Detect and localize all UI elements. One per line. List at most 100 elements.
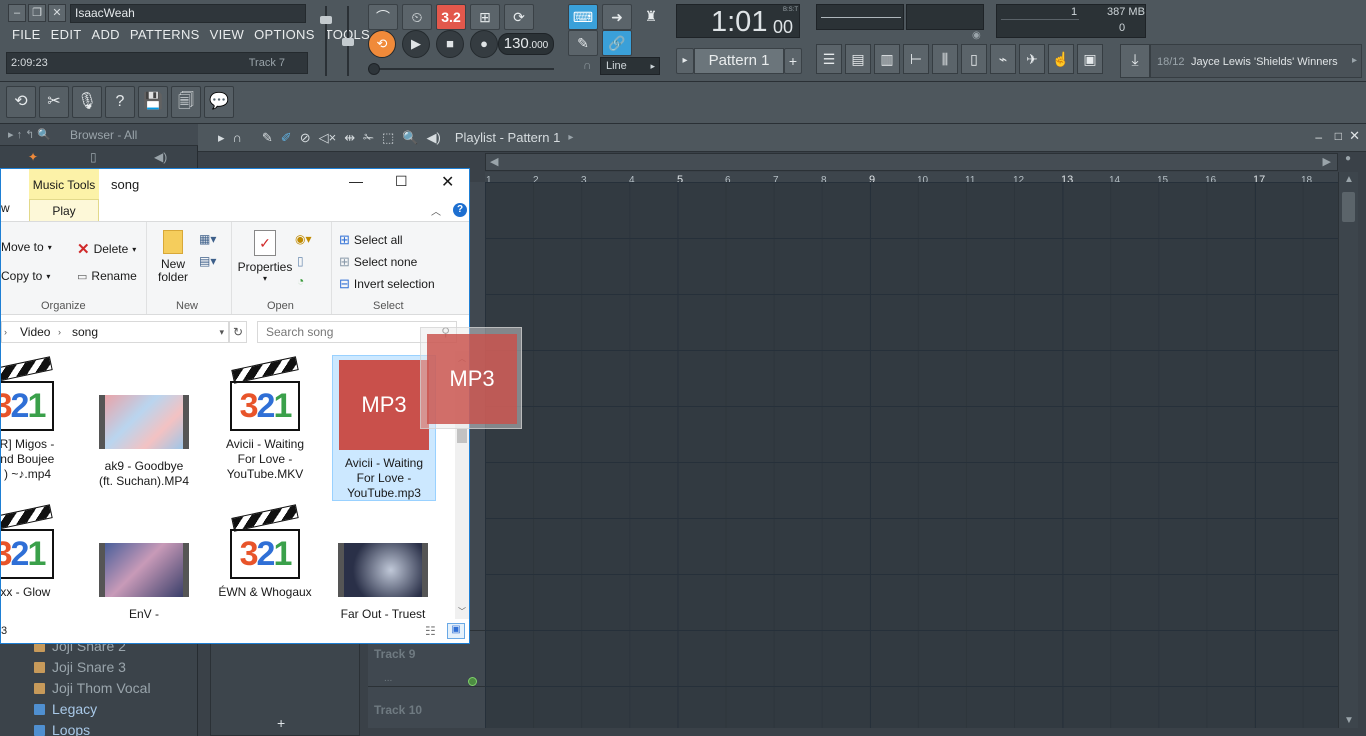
mute-tool-icon[interactable]: ◁×: [319, 130, 337, 146]
path-segment[interactable]: song: [72, 322, 98, 342]
playlist-close-icon[interactable]: ✕: [1349, 128, 1360, 144]
output-icon[interactable]: ◉: [972, 30, 981, 41]
countdown-icon[interactable]: ♜: [636, 4, 666, 30]
play-icon[interactable]: ▶: [402, 30, 430, 58]
typing-keyboard-icon[interactable]: ⌨: [568, 4, 598, 30]
song-position-display[interactable]: 1:01 00 B:S:T: [676, 4, 800, 38]
star-icon[interactable]: ✦: [28, 150, 38, 164]
loop-record-icon[interactable]: ⟳: [504, 4, 534, 30]
vertical-scrollbar[interactable]: ▲ ▼: [1338, 172, 1358, 728]
browser-item[interactable]: Joji Thom Vocal: [0, 678, 198, 699]
slice-tool-icon[interactable]: ✁: [363, 130, 374, 146]
collapse-ribbon-icon[interactable]: ︿: [431, 203, 441, 218]
pattern-name[interactable]: Pattern 1: [694, 48, 784, 74]
delete-tool-icon[interactable]: ⊘: [300, 130, 311, 146]
tempo-display[interactable]: 130.000: [498, 33, 554, 55]
close-icon[interactable]: ✕: [48, 4, 66, 22]
file-item[interactable]: Far Out - Truest: [335, 507, 431, 619]
file-item[interactable]: ak9 - Goodbye (ft. Suchan).MP4: [96, 359, 192, 489]
new-folder-button[interactable]: New folder: [155, 230, 191, 284]
arrow-right-icon[interactable]: ➜: [602, 4, 632, 30]
loop-mode-icon[interactable]: ⟲: [368, 30, 396, 58]
save-as-icon[interactable]: 🗐: [171, 86, 201, 118]
magnet-icon[interactable]: ∩: [583, 58, 592, 72]
browser-nav-icon[interactable]: ▸ ↑ ↰ 🔍: [8, 128, 51, 141]
window-icon[interactable]: ▣: [1077, 44, 1103, 74]
snap-selector[interactable]: Line ▸: [600, 57, 660, 75]
record-icon[interactable]: ●: [470, 30, 498, 58]
menu-patterns[interactable]: PATTERNS: [130, 27, 200, 42]
touch-controller-icon[interactable]: ☝: [1048, 44, 1074, 74]
playlist-title[interactable]: Playlist - Pattern 1: [455, 130, 561, 145]
microphone-icon[interactable]: 🎙: [72, 86, 102, 118]
pattern-prev-icon[interactable]: ▸: [676, 48, 694, 74]
explorer-minimize-icon[interactable]: —: [349, 173, 363, 189]
file-item[interactable]: 321 VER] Migos - d and Boujee o♥ ) ~♪.mp…: [1, 356, 67, 482]
browser-item[interactable]: Joji Snare 3: [0, 657, 198, 678]
restore-icon[interactable]: ❐: [28, 4, 46, 22]
select-all-button[interactable]: ⊞ Select all: [339, 232, 403, 248]
tab-view[interactable]: w: [1, 201, 10, 215]
scroll-dot-icon[interactable]: ●: [1338, 153, 1358, 171]
pencil-icon[interactable]: ✎: [262, 130, 273, 146]
playlist-maximize-icon[interactable]: □: [1335, 129, 1342, 143]
cut-icon[interactable]: ✂: [39, 86, 69, 118]
easy-access-icon[interactable]: ▤▾: [199, 254, 216, 268]
track-active-icon[interactable]: [468, 677, 477, 686]
pattern-song-mode[interactable]: 3.2: [436, 4, 466, 30]
wait-input-icon[interactable]: ⏲: [402, 4, 432, 30]
metronome-icon[interactable]: ⌒: [368, 4, 398, 30]
details-view-icon[interactable]: ☷: [425, 624, 436, 638]
open-icon[interactable]: ◉▾: [295, 232, 312, 246]
path-segment[interactable]: Video: [20, 322, 50, 342]
menu-edit[interactable]: EDIT: [51, 27, 82, 42]
paint-icon[interactable]: ✐: [281, 130, 292, 146]
project-title[interactable]: IsaacWeah: [70, 4, 306, 23]
delete-button[interactable]: ✕ Delete ▾: [77, 240, 136, 258]
rename-button[interactable]: ▭ Rename: [77, 269, 137, 283]
playlist-grid[interactable]: [485, 182, 1338, 728]
refresh-icon[interactable]: ↻: [229, 321, 247, 343]
browser-title[interactable]: Browser - All: [70, 128, 137, 142]
tab-play[interactable]: Play: [29, 199, 99, 221]
mixer-icon[interactable]: ⫼: [932, 44, 958, 74]
playlist-menu-icon[interactable]: ▸: [218, 130, 225, 146]
plugin-picker-icon[interactable]: ✈: [1019, 44, 1045, 74]
document-icon[interactable]: ▯: [90, 150, 97, 164]
browser-item[interactable]: Loops: [0, 720, 198, 736]
tab-music-tools[interactable]: Music Tools: [29, 169, 99, 199]
file-item[interactable]: EnV -: [96, 507, 192, 619]
link-icon[interactable]: 🔗: [602, 30, 632, 56]
menu-view[interactable]: VIEW: [210, 27, 244, 42]
playlist-minimize-icon[interactable]: –: [1315, 130, 1322, 144]
help-icon[interactable]: ?: [105, 86, 135, 118]
invert-selection-button[interactable]: ⊟ Invert selection: [339, 276, 435, 292]
download-icon[interactable]: ⤓: [1120, 44, 1150, 78]
copy-to-button[interactable]: Copy to ▾: [1, 269, 50, 283]
properties-button[interactable]: ✓ Properties ▾: [237, 230, 293, 283]
help-circle-icon[interactable]: ?: [453, 203, 467, 217]
browser-tree-icon[interactable]: ⊢: [903, 44, 929, 74]
undo-icon[interactable]: ⟲: [6, 86, 36, 118]
playlist-icon[interactable]: ☰: [816, 44, 842, 74]
minimize-icon[interactable]: –: [8, 4, 26, 22]
piano-roll-icon[interactable]: ▥: [874, 44, 900, 74]
file-item[interactable]: 321 ÉWN & Whogaux: [217, 504, 313, 600]
file-item[interactable]: 321 vnxx - Glow: [1, 504, 67, 600]
select-tool-icon[interactable]: ⬚: [382, 130, 394, 146]
master-pitch-slider[interactable]: [340, 6, 356, 76]
new-item-icon[interactable]: ▦▾: [199, 232, 216, 246]
main-pitch-bar[interactable]: [368, 62, 554, 76]
menu-options[interactable]: OPTIONS: [254, 27, 315, 42]
browser-item[interactable]: Legacy: [0, 699, 198, 720]
add-pattern-icon[interactable]: +: [784, 48, 802, 74]
move-to-button[interactable]: Move to ▾: [1, 240, 52, 254]
zoom-tool-icon[interactable]: 🔍: [402, 130, 418, 146]
horizontal-scrollbar[interactable]: ◀ ▶: [485, 153, 1338, 171]
save-icon[interactable]: 💾: [138, 86, 168, 118]
draw-icon[interactable]: ✎: [568, 30, 598, 56]
slip-tool-icon[interactable]: ⇹: [344, 130, 355, 146]
chat-icon[interactable]: 💬: [204, 86, 234, 118]
master-volume-slider[interactable]: [318, 6, 334, 76]
address-dropdown-icon[interactable]: ▾: [219, 322, 224, 342]
